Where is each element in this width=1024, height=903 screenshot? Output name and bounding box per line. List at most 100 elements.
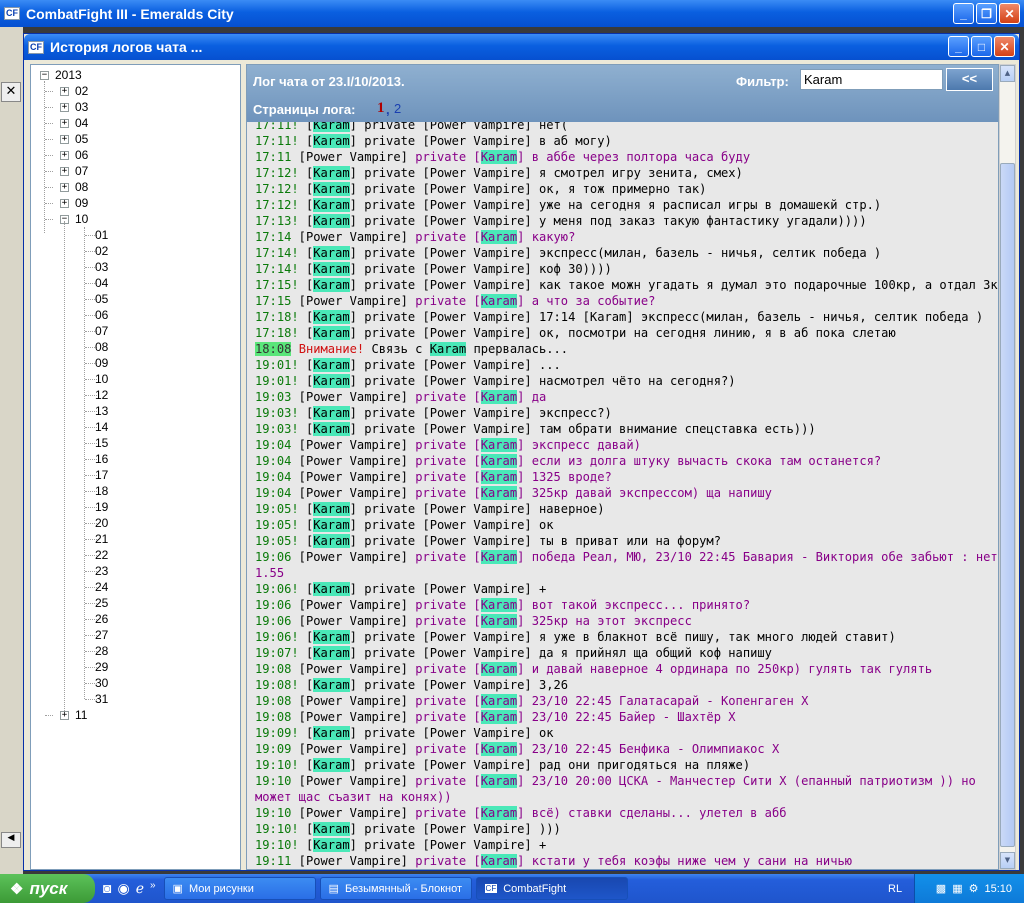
nick-recipient[interactable]: Power Vampire	[430, 422, 525, 436]
tree-node-day[interactable]: 29	[95, 659, 108, 675]
nick-karam[interactable]: Karam	[313, 502, 350, 516]
nick-karam[interactable]: Karam	[313, 134, 350, 148]
nick-recipient[interactable]: Power Vampire	[430, 278, 525, 292]
nick-recipient[interactable]: Power Vampire	[430, 822, 525, 836]
nick-karam[interactable]: Karam	[313, 406, 350, 420]
nick-karam[interactable]: Karam	[313, 198, 350, 212]
nick-karam[interactable]: Karam	[480, 230, 518, 244]
tree-expand-icon[interactable]: +	[60, 199, 69, 208]
tree-expand-icon[interactable]: +	[60, 135, 69, 144]
nick-recipient[interactable]: Power Vampire	[430, 166, 525, 180]
nick-sender[interactable]: Power Vampire	[306, 150, 401, 164]
tree-collapse-icon[interactable]: −	[40, 71, 49, 80]
nick-karam[interactable]: Karam	[313, 518, 350, 532]
scroll-up-icon[interactable]: ▲	[1000, 65, 1015, 82]
nick-karam[interactable]: Karam	[313, 758, 350, 772]
nick-recipient[interactable]: Power Vampire	[430, 326, 525, 340]
nick-recipient[interactable]: Power Vampire	[430, 198, 525, 212]
nick-karam[interactable]: Karam	[313, 422, 350, 436]
nick-karam[interactable]: Karam	[480, 438, 518, 452]
dialog-minimize-button[interactable]: _	[948, 36, 969, 57]
nick-sender[interactable]: Power Vampire	[306, 390, 401, 404]
nick-karam[interactable]: Karam	[313, 326, 350, 340]
nick-recipient[interactable]: Power Vampire	[430, 310, 525, 324]
close-button[interactable]: ✕	[999, 3, 1020, 24]
nick-sender[interactable]: Power Vampire	[306, 854, 401, 868]
nick-sender[interactable]: Power Vampire	[306, 230, 401, 244]
nick-karam[interactable]: Karam	[313, 246, 350, 260]
tree-node-day[interactable]: 08	[95, 339, 108, 355]
chevron-icon[interactable]: »	[150, 880, 156, 897]
tree-expand-icon[interactable]: +	[60, 119, 69, 128]
tree-expand-icon[interactable]: +	[60, 87, 69, 96]
nick-karam[interactable]: Karam	[313, 262, 350, 276]
tree-node-month[interactable]: 07	[75, 163, 88, 179]
nick-karam[interactable]: Karam	[313, 310, 350, 324]
nick-sender[interactable]: Power Vampire	[306, 598, 401, 612]
tree-node-day[interactable]: 17	[95, 467, 108, 483]
nick-sender[interactable]: Power Vampire	[306, 470, 401, 484]
scroll-down-icon[interactable]: ▼	[1000, 852, 1015, 869]
task-my-pictures[interactable]: ▣ Мои рисунки	[163, 877, 316, 900]
tree-node-day[interactable]: 31	[95, 691, 108, 707]
tree-node-day[interactable]: 18	[95, 483, 108, 499]
task-notepad[interactable]: ▤ Безымянный - Блокнот	[319, 877, 472, 900]
nick-sender[interactable]: Power Vampire	[306, 486, 401, 500]
tree-node-month[interactable]: 06	[75, 147, 88, 163]
nick-karam[interactable]: Karam	[480, 806, 518, 820]
tree-node-day[interactable]: 14	[95, 419, 108, 435]
tree-node-day[interactable]: 04	[95, 275, 108, 291]
nick-karam[interactable]: Karam	[480, 294, 518, 308]
tree-node-day[interactable]: 06	[95, 307, 108, 323]
tray-icon-2[interactable]: ▦	[952, 882, 962, 895]
tree-node-day[interactable]: 02	[95, 243, 108, 259]
tree-node-day[interactable]: 27	[95, 627, 108, 643]
nick-karam[interactable]: Karam	[313, 374, 350, 388]
nick-karam[interactable]: Karam	[480, 150, 518, 164]
tree-node-day[interactable]: 16	[95, 451, 108, 467]
tree-node-month[interactable]: 08	[75, 179, 88, 195]
nick-karam[interactable]: Karam	[480, 774, 518, 788]
tree-node-month[interactable]: 04	[75, 115, 88, 131]
tree-node-month[interactable]: 05	[75, 131, 88, 147]
tray-icon-1[interactable]: ▩	[936, 882, 946, 895]
nick-recipient[interactable]: Power Vampire	[430, 374, 525, 388]
tree-node-day[interactable]: 12	[95, 387, 108, 403]
nick-recipient[interactable]: Power Vampire	[430, 214, 525, 228]
nick-karam[interactable]: Karam	[313, 166, 350, 180]
nick-sender[interactable]: Power Vampire	[306, 294, 401, 308]
date-tree[interactable]: −2013 +02 +03 +04 +05 +06 +07 +08 +09−10 01 02 03 04…	[30, 64, 241, 870]
tree-node-day[interactable]: 26	[95, 611, 108, 627]
back-button[interactable]: <<	[946, 68, 993, 91]
nick-sender[interactable]: Power Vampire	[306, 710, 401, 724]
nick-karam[interactable]: Karam	[313, 678, 350, 692]
nick-recipient[interactable]: Power Vampire	[430, 646, 525, 660]
tree-node-day[interactable]: 22	[95, 547, 108, 563]
tree-expand-icon[interactable]: +	[60, 183, 69, 192]
language-indicator[interactable]: RL	[888, 883, 902, 895]
nick-recipient[interactable]: Power Vampire	[430, 406, 525, 420]
vertical-scrollbar[interactable]: ▲ ▼	[999, 64, 1016, 870]
nick-karam[interactable]: Karam	[313, 630, 350, 644]
nick-recipient[interactable]: Power Vampire	[430, 182, 525, 196]
tree-expand-icon[interactable]: +	[60, 167, 69, 176]
tree-node-month[interactable]: 02	[75, 83, 88, 99]
nick-recipient[interactable]: Power Vampire	[430, 502, 525, 516]
minimize-button[interactable]: _	[953, 3, 974, 24]
nick-karam[interactable]: Karam	[313, 278, 350, 292]
nick-recipient[interactable]: Power Vampire	[430, 838, 525, 852]
nick-recipient[interactable]: Power Vampire	[430, 758, 525, 772]
tree-node-day[interactable]: 03	[95, 259, 108, 275]
tree-node-day[interactable]: 19	[95, 499, 108, 515]
nick-recipient[interactable]: Power Vampire	[430, 134, 525, 148]
tree-expand-icon[interactable]: +	[60, 103, 69, 112]
nick-recipient[interactable]: Power Vampire	[430, 582, 525, 596]
nick-karam[interactable]: Karam	[313, 358, 350, 372]
tree-node-day[interactable]: 07	[95, 323, 108, 339]
nick-karam[interactable]: Karam	[313, 534, 350, 548]
task-combatfight[interactable]: CF CombatFight	[475, 877, 628, 900]
nick-sender[interactable]: Power Vampire	[306, 742, 401, 756]
nick-recipient[interactable]: Power Vampire	[430, 262, 525, 276]
nick-karam[interactable]: Karam	[480, 854, 518, 868]
desktop-icon[interactable]: ◙	[103, 880, 111, 897]
